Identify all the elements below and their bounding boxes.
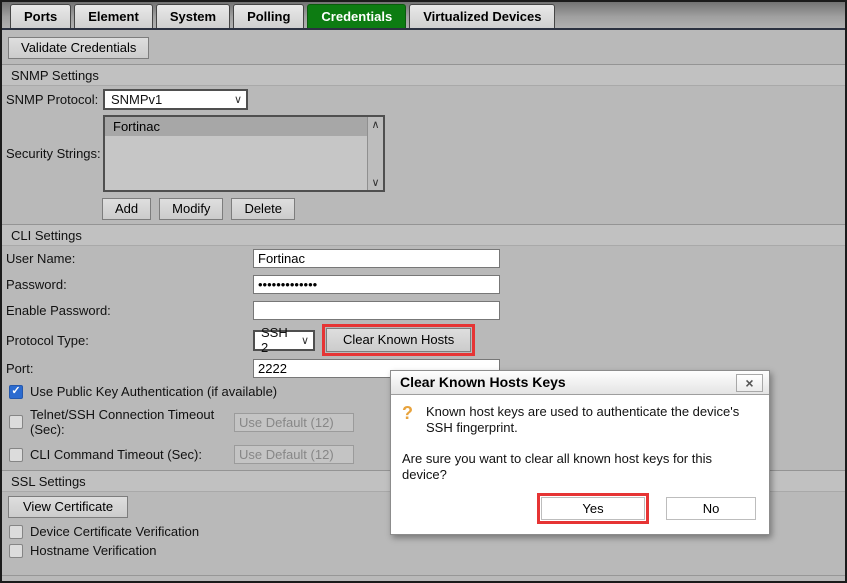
security-strings-label: Security Strings: (6, 146, 101, 161)
telnet-timeout-input[interactable] (234, 412, 354, 432)
tab-element[interactable]: Element (74, 4, 153, 28)
port-label: Port: (6, 361, 34, 376)
enable-password-input[interactable] (253, 301, 500, 320)
scroll-up-icon[interactable]: ∧ (371, 118, 379, 131)
snmp-protocol-label: SNMP Protocol: (6, 92, 99, 107)
dialog-close-button[interactable]: × (736, 374, 763, 392)
dialog-body: ? Known host keys are used to authentica… (391, 395, 769, 534)
tab-system[interactable]: System (155, 4, 231, 28)
user-name-label: User Name: (6, 251, 76, 266)
cli-command-timeout-input[interactable] (234, 445, 354, 464)
security-strings-listbox[interactable]: Fortinac ∧ ∨ (103, 115, 385, 192)
device-cert-verification-checkbox[interactable] (9, 524, 23, 539)
delete-button[interactable]: Delete (231, 198, 296, 220)
tab-ports[interactable]: Ports (10, 4, 72, 28)
yes-button[interactable]: Yes (541, 497, 645, 520)
cli-settings-header: CLI Settings (2, 224, 845, 246)
scroll-down-icon[interactable]: ∨ (371, 176, 379, 189)
yes-button-annotation: Yes (537, 493, 649, 524)
snmp-protocol-value: SNMPv1 (111, 92, 163, 107)
public-key-auth-checkbox[interactable]: ✓ (9, 384, 23, 399)
device-credentials-window: Ports Element System Polling Credentials… (0, 0, 847, 583)
password-input[interactable] (253, 275, 500, 294)
hostname-verification-checkbox[interactable] (9, 543, 23, 558)
tab-credentials[interactable]: Credentials (307, 4, 407, 28)
dialog-title-bar[interactable]: Clear Known Hosts Keys × (391, 371, 769, 395)
hostname-verification-label: Hostname Verification (30, 543, 157, 558)
footer-divider (2, 575, 845, 576)
question-mark-icon: ? (402, 403, 413, 423)
password-label: Password: (6, 277, 67, 292)
toolbar: Validate Credentials (2, 30, 845, 64)
snmp-protocol-select[interactable]: SNMPv1 ∨ (103, 89, 248, 110)
dialog-title: Clear Known Hosts Keys (400, 374, 566, 390)
protocol-type-value: SSH 2 (261, 325, 288, 355)
telnet-timeout-checkbox[interactable] (9, 415, 23, 429)
validate-credentials-button[interactable]: Validate Credentials (8, 37, 150, 59)
listbox-scrollbar[interactable]: ∧ ∨ (367, 117, 383, 190)
view-certificate-button[interactable]: View Certificate (8, 496, 129, 518)
dialog-message: Known host keys are used to authenticate… (426, 404, 740, 435)
cli-command-timeout-label: CLI Command Timeout (Sec): (30, 447, 202, 462)
user-name-input[interactable] (253, 249, 500, 268)
no-button[interactable]: No (666, 497, 756, 520)
list-item[interactable]: Fortinac (105, 117, 367, 136)
close-icon: × (745, 375, 754, 391)
protocol-type-label: Protocol Type: (6, 332, 89, 348)
checkmark-icon: ✓ (11, 385, 21, 397)
protocol-type-select[interactable]: SSH 2 ∨ (253, 325, 315, 355)
dialog-question: Are sure you want to clear all known hos… (402, 451, 712, 482)
chevron-down-icon: ∨ (300, 334, 309, 347)
tab-bar: Ports Element System Polling Credentials… (2, 2, 845, 30)
tab-virtualized-devices[interactable]: Virtualized Devices (409, 4, 556, 28)
modify-button[interactable]: Modify (159, 198, 224, 220)
clear-known-hosts-dialog: Clear Known Hosts Keys × ? Known host ke… (390, 370, 770, 535)
tab-polling[interactable]: Polling (233, 4, 305, 28)
add-button[interactable]: Add (102, 198, 152, 220)
chevron-down-icon: ∨ (233, 94, 242, 106)
snmp-settings-header: SNMP Settings (2, 64, 845, 86)
public-key-auth-label: Use Public Key Authentication (if availa… (30, 384, 278, 399)
clear-known-hosts-annotation: Clear Known Hosts (322, 324, 476, 356)
cli-command-timeout-checkbox[interactable] (9, 447, 23, 462)
device-cert-verification-label: Device Certificate Verification (30, 524, 200, 539)
telnet-timeout-label: Telnet/SSH Connection Timeout (Sec): (30, 407, 215, 437)
clear-known-hosts-button[interactable]: Clear Known Hosts (326, 328, 472, 352)
enable-password-label: Enable Password: (6, 303, 111, 318)
